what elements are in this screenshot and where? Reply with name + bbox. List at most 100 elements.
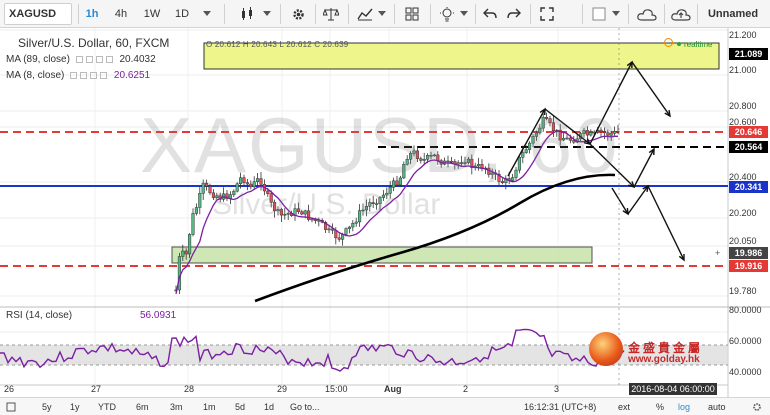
- goto-date-button[interactable]: Go to...: [290, 399, 320, 415]
- clock-readout[interactable]: 16:12:31 (UTC+8): [524, 399, 596, 415]
- legend-eye-icon[interactable]: [75, 55, 83, 63]
- realtime-label: realtime: [684, 40, 713, 49]
- support-zone-rect[interactable]: [171, 246, 593, 264]
- settings-gear-icon[interactable]: [287, 3, 309, 25]
- price-tick: 20.800: [729, 101, 757, 111]
- interval-1d-button[interactable]: 1D: [173, 3, 191, 25]
- price-tick: 20.050: [729, 236, 757, 246]
- range-1y-button[interactable]: 1y: [70, 399, 80, 415]
- legend-more-icon[interactable]: [100, 71, 108, 79]
- plus-icon[interactable]: +: [715, 248, 720, 258]
- interval-1w-button[interactable]: 1W: [143, 3, 161, 25]
- ma-8-legend[interactable]: MA (8, close) 20.6251: [6, 70, 150, 81]
- legend-more-icon[interactable]: [105, 55, 113, 63]
- range-ytd-button[interactable]: YTD: [98, 399, 116, 415]
- price-tag-19916[interactable]: 19.916: [729, 260, 768, 272]
- watermark-name: Silver/U.S. Dollar: [212, 188, 441, 221]
- legend-close-icon[interactable]: [95, 55, 103, 63]
- legend-settings-icon[interactable]: [80, 71, 88, 79]
- rsi-tick: 40.0000: [729, 367, 762, 377]
- range-6m-button[interactable]: 6m: [136, 399, 149, 415]
- realtime-clock-icon: [664, 38, 673, 47]
- indicators-icon[interactable]: [354, 3, 376, 25]
- legend-close-icon[interactable]: [90, 71, 98, 79]
- legend-eye-icon[interactable]: [70, 71, 78, 79]
- interval-dropdown-icon[interactable]: [200, 3, 214, 25]
- ma-89-value: 20.4032: [119, 54, 156, 65]
- undo-icon[interactable]: [480, 3, 500, 25]
- candles-chart-type-icon[interactable]: [236, 3, 258, 25]
- time-tick: 26: [4, 384, 15, 394]
- candle-body: [181, 250, 185, 257]
- rsi-legend-label[interactable]: RSI (14, close): [6, 310, 72, 321]
- swatch-dropdown-icon[interactable]: [610, 3, 622, 25]
- price-tag-20564[interactable]: 20.564: [729, 141, 768, 153]
- candle-body: [351, 223, 355, 228]
- candle-body: [191, 213, 195, 235]
- auto-scale-button[interactable]: auto: [708, 399, 726, 415]
- price-tag-20646[interactable]: 20.646: [729, 126, 768, 138]
- time-tick: 2: [463, 384, 469, 394]
- price-tag-19986[interactable]: 19.986: [729, 247, 768, 259]
- price-tag-20341[interactable]: 20.341: [729, 181, 768, 193]
- candle-body: [184, 250, 188, 255]
- rsi-tick: 80.0000: [729, 305, 762, 315]
- candle-body: [198, 193, 202, 208]
- rsi-legend-value: 56.0931: [140, 310, 177, 321]
- price-tick: 21.000: [729, 65, 757, 75]
- ma-89-label: MA (89, close): [6, 54, 70, 65]
- candle-body: [337, 237, 341, 240]
- range-5d-button[interactable]: 5d: [235, 399, 245, 415]
- fullscreen-icon[interactable]: [536, 3, 558, 25]
- alert-dropdown-icon[interactable]: [458, 3, 470, 25]
- symbol-search-input[interactable]: XAGUSD: [4, 3, 72, 25]
- interval-1h-button[interactable]: 1h: [83, 3, 101, 25]
- top-toolbar: XAGUSD 1h 4h 1W 1D Unnamed: [0, 0, 770, 28]
- compare-scale-icon[interactable]: [320, 3, 342, 25]
- cloud-save-icon[interactable]: [668, 3, 694, 25]
- percent-scale-button[interactable]: %: [656, 399, 664, 415]
- logo-url-text: www.golday.hk: [628, 354, 700, 365]
- range-5y-button[interactable]: 5y: [42, 399, 52, 415]
- redo-icon[interactable]: [504, 3, 524, 25]
- range-3m-button[interactable]: 3m: [170, 399, 183, 415]
- candle-body: [194, 207, 198, 214]
- ext-hours-button[interactable]: ext: [618, 399, 630, 415]
- log-scale-button[interactable]: log: [678, 399, 690, 415]
- price-tick: 19.780: [729, 286, 757, 296]
- time-tick: 29: [277, 384, 288, 394]
- chart-title[interactable]: Silver/U.S. Dollar, 60, FXCM: [18, 36, 169, 50]
- price-tick: 21.200: [729, 30, 757, 40]
- price-tag-21089[interactable]: 21.089: [729, 48, 768, 60]
- candle-body: [347, 226, 351, 229]
- alert-bulb-icon[interactable]: [436, 3, 458, 25]
- settings-icon[interactable]: [752, 399, 762, 415]
- ma-8-value: 20.6251: [113, 70, 151, 81]
- ohlc-readout: O 20.612 H 20.643 L 20.612 C 20.639: [206, 40, 349, 49]
- time-tick: 3: [554, 384, 560, 394]
- range-1d-button[interactable]: 1d: [264, 399, 274, 415]
- chart-app: XAGUSD 1h 4h 1W 1D Unnamed XAGUSD, 60 Si…: [0, 0, 770, 415]
- time-tick: 27: [91, 384, 102, 394]
- layout-name-button[interactable]: Unnamed: [698, 3, 768, 25]
- time-tick: 28: [184, 384, 195, 394]
- time-tick: 15:00: [325, 384, 348, 394]
- price-tick: 20.200: [729, 208, 757, 218]
- ma-89-legend[interactable]: MA (89, close) 20.4032: [6, 54, 156, 65]
- templates-icon[interactable]: [401, 3, 423, 25]
- cloud-load-icon[interactable]: [634, 3, 660, 25]
- range-5d-icon-button[interactable]: [6, 399, 16, 415]
- color-swatch-icon[interactable]: [588, 3, 610, 25]
- chart-type-dropdown-icon[interactable]: [260, 3, 274, 25]
- range-1m-button[interactable]: 1m: [203, 399, 216, 415]
- indicators-dropdown-icon[interactable]: [376, 3, 388, 25]
- interval-4h-button[interactable]: 4h: [112, 3, 130, 25]
- legend-settings-icon[interactable]: [85, 55, 93, 63]
- watermark-symbol: XAGUSD, 60: [140, 101, 620, 189]
- candle-body: [344, 228, 348, 235]
- realtime-status-icon: [677, 42, 681, 46]
- candle-body: [188, 234, 192, 255]
- ma-8-label: MA (8, close): [6, 70, 65, 81]
- rsi-tick: 60.0000: [729, 336, 762, 346]
- time-tick: Aug: [384, 384, 402, 394]
